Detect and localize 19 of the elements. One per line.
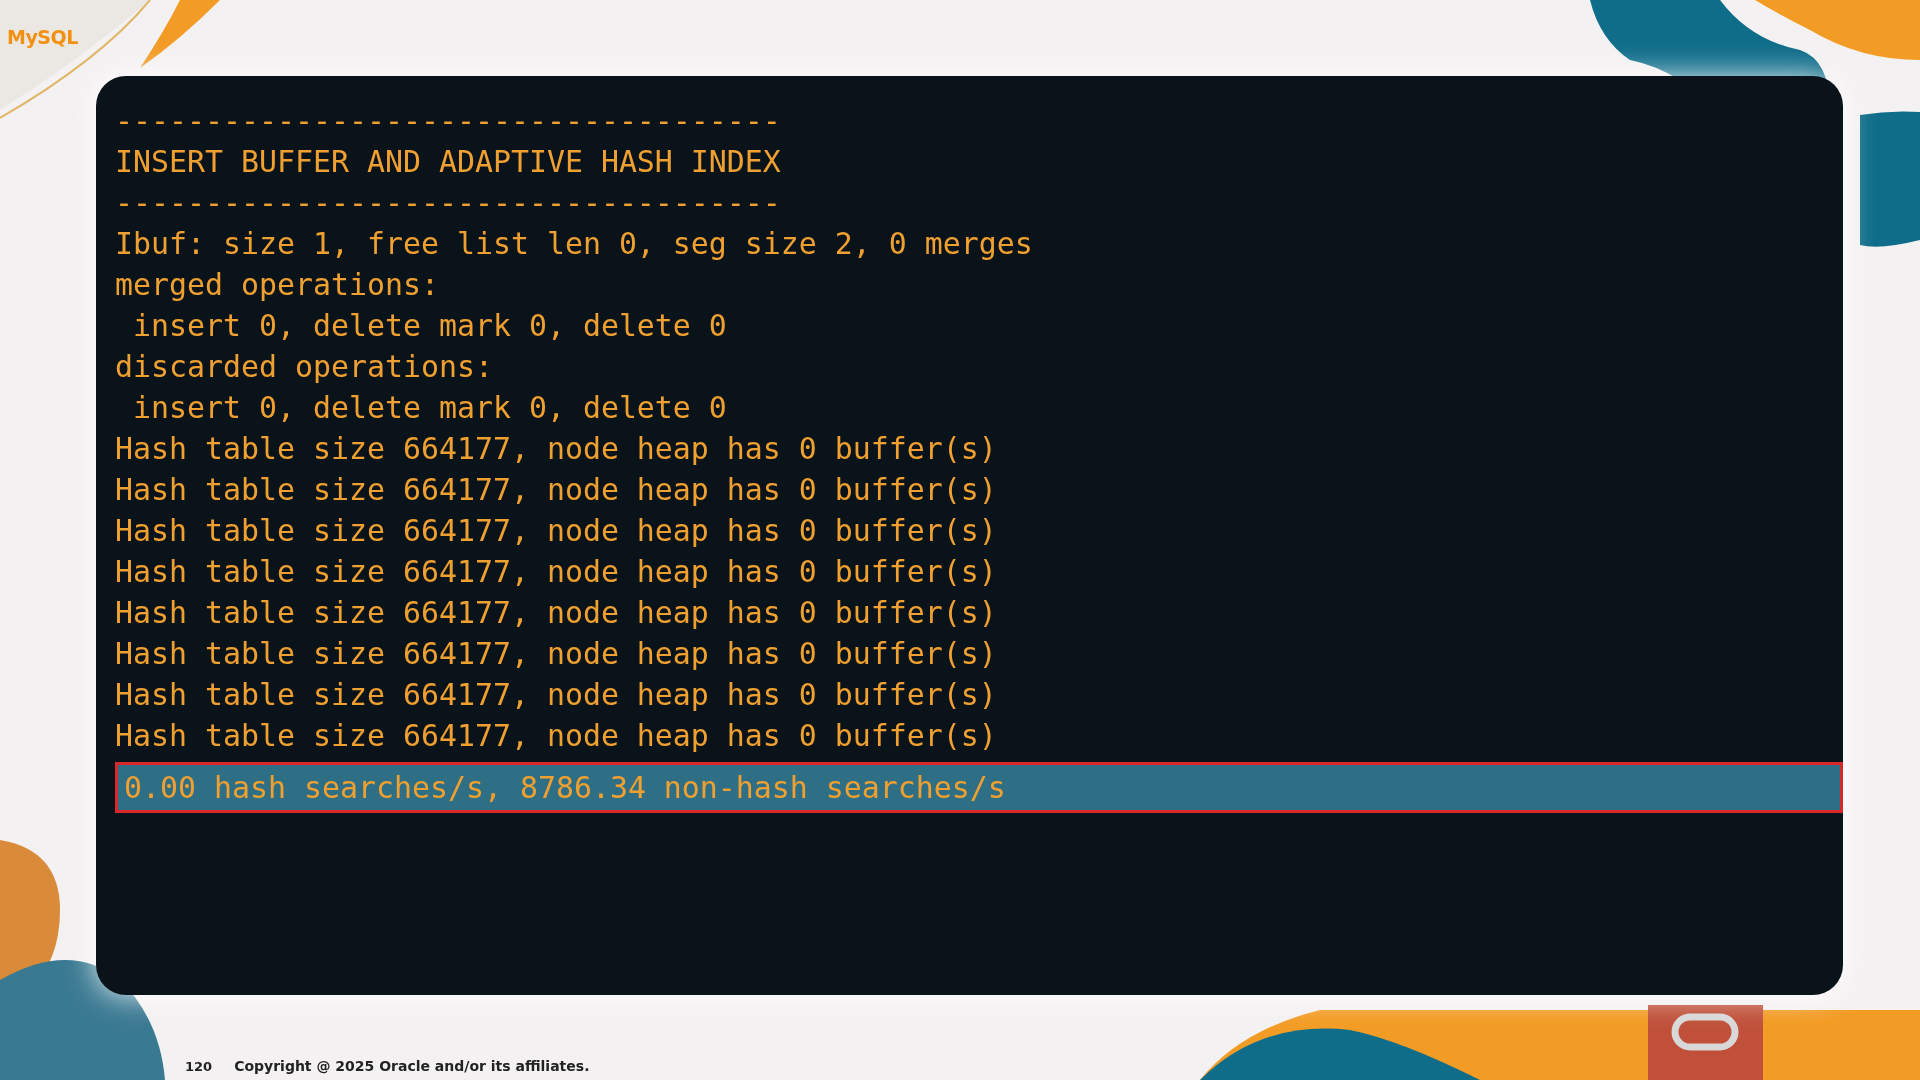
page-number: 120 — [185, 1059, 213, 1074]
terminal-line: Hash table size 664177, node heap has 0 buffer(s) — [115, 512, 998, 550]
terminal-line: Hash table size 664177, node heap has 0 buffer(s) — [115, 471, 998, 509]
terminal-line: Hash table size 664177, node heap has 0 buffer(s) — [115, 430, 998, 468]
terminal-line: Ibuf: size 1, free list len 0, seg size 2, 0 merges — [115, 225, 1034, 263]
terminal-line: Hash table size 664177, node heap has 0 buffer(s) — [115, 717, 998, 755]
terminal-line: ------------------------------------- — [115, 184, 782, 222]
terminal-line: insert 0, delete mark 0, delete 0 — [132, 307, 728, 345]
terminal-line: insert 0, delete mark 0, delete 0 — [132, 389, 728, 427]
terminal-line: ------------------------------------- — [115, 102, 782, 140]
terminal-line: Hash table size 664177, node heap has 0 buffer(s) — [115, 594, 998, 632]
terminal-line: discarded operations: — [115, 348, 494, 386]
terminal-line: Hash table size 664177, node heap has 0 buffer(s) — [115, 676, 998, 714]
terminal-line: merged operations: — [115, 266, 440, 304]
copyright-text: Copyright @ 2025 Oracle and/or its affiliates. — [234, 1058, 590, 1074]
terminal-line: Hash table size 664177, node heap has 0 buffer(s) — [115, 635, 998, 673]
mysql-logo: MySQL — [7, 26, 78, 48]
terminal-line: INSERT BUFFER AND ADAPTIVE HASH INDEX — [115, 143, 782, 181]
terminal-line: Hash table size 664177, node heap has 0 buffer(s) — [115, 553, 998, 591]
